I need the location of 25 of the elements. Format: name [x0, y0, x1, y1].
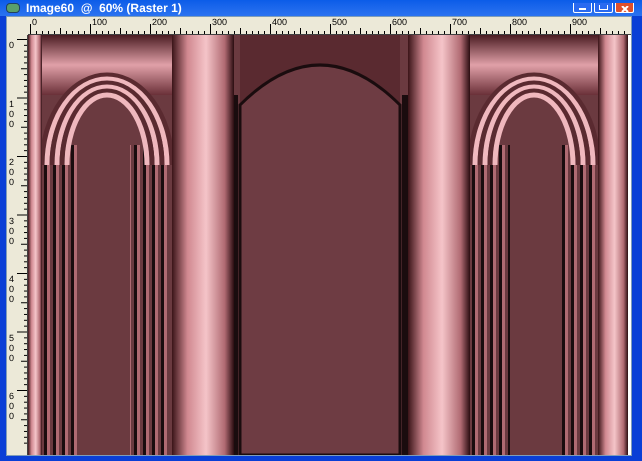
close-icon — [620, 6, 628, 12]
ruler-label: 400 — [9, 274, 14, 304]
app-icon — [6, 3, 20, 13]
close-button[interactable] — [615, 3, 634, 13]
ruler-label: 300 — [9, 216, 14, 246]
minimize-icon — [579, 8, 586, 10]
ruler-label: 400 — [272, 17, 288, 27]
ruler-label: 0 — [9, 40, 14, 50]
minimize-button[interactable] — [573, 3, 592, 13]
ruler-label: 500 — [332, 17, 348, 27]
ruler-label: 600 — [9, 391, 14, 421]
ruler-label: 500 — [9, 332, 14, 362]
ruler-label: 100 — [9, 98, 14, 128]
ruler-label: 200 — [9, 157, 14, 187]
ruler-label: 0 — [32, 17, 38, 27]
maximize-button[interactable] — [594, 3, 613, 13]
ruler-label: 100 — [92, 17, 108, 27]
maximize-icon — [599, 5, 608, 10]
ruler-label: 200 — [152, 17, 168, 27]
ruler-label: 700 — [452, 17, 468, 27]
ruler-label: 300 — [212, 17, 228, 27]
ruler-label: 900 — [572, 17, 588, 27]
ruler-label: 800 — [512, 17, 528, 27]
ruler-label: 600 — [392, 17, 408, 27]
window-title: Image60 @ 60% (Raster 1) — [26, 1, 182, 15]
